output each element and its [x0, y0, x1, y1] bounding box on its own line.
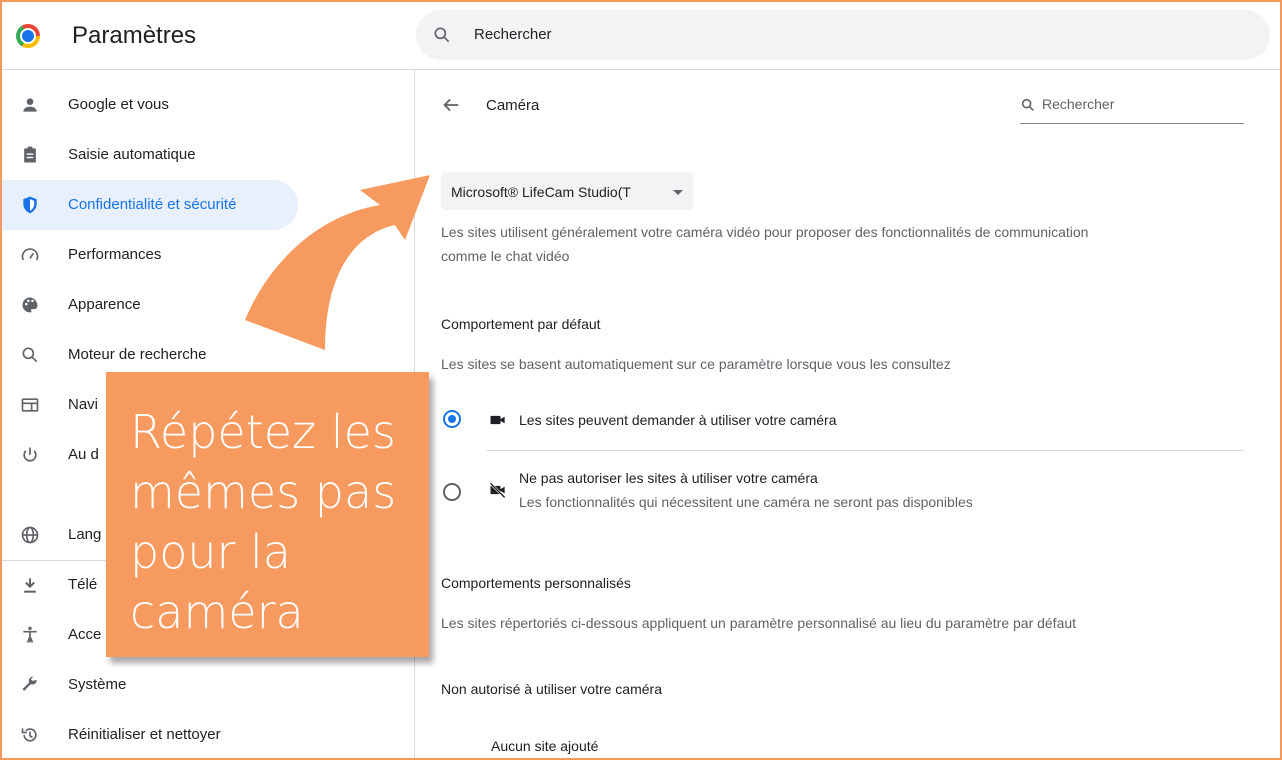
radio-allow[interactable] — [443, 410, 461, 428]
chrome-logo-icon — [16, 24, 40, 48]
browser-icon — [21, 398, 39, 412]
sidebar-item-system[interactable]: Système — [0, 660, 298, 710]
sidebar-item-label: Navi — [68, 396, 99, 413]
search-input[interactable]: Rechercher — [416, 10, 1270, 60]
camera-select-value: Microsoft® LifeCam Studio(T — [451, 184, 631, 200]
sidebar-item-label: Saisie automatique — [68, 146, 196, 163]
sidebar-item-label: Au d — [68, 446, 99, 463]
description: Les sites utilisent généralement votre c… — [441, 220, 1241, 268]
clipboard-icon — [24, 146, 36, 163]
sidebar-item-label: Confidentialité et sécurité — [68, 196, 237, 213]
power-icon — [23, 447, 37, 462]
option-allow-label[interactable]: Les sites peuvent demander à utiliser vo… — [519, 412, 837, 428]
search-placeholder: Rechercher — [1042, 96, 1115, 112]
callout-text: Répétez les mêmes pas pour la caméra — [130, 405, 397, 639]
sidebar-item-google[interactable]: Google et vous — [0, 80, 298, 130]
option-divider — [486, 450, 1244, 451]
blocked-sites-heading: Non autorisé à utiliser votre caméra — [441, 681, 662, 697]
sidebar-item-label: Lang — [68, 526, 102, 543]
sidebar-item-label: Performances — [68, 246, 162, 263]
header: Paramètres Rechercher — [0, 0, 1282, 70]
default-behavior-heading: Comportement par défaut — [441, 316, 601, 332]
custom-behavior-text: Les sites répertoriés ci-dessous appliqu… — [441, 615, 1077, 631]
section-search-input[interactable]: Rechercher — [1020, 94, 1244, 124]
search-icon — [1021, 98, 1034, 111]
search-icon — [434, 27, 450, 43]
sidebar-item-label: Réinitialiser et nettoyer — [68, 726, 221, 743]
palette-icon — [22, 297, 38, 313]
globe-icon — [21, 526, 39, 544]
default-behavior-text: Les sites se basent automatiquement sur … — [441, 356, 951, 372]
speedometer-icon — [21, 248, 39, 261]
custom-behavior-heading: Comportements personnalisés — [441, 575, 631, 591]
description-line-1: Les sites utilisent généralement votre c… — [441, 224, 1089, 240]
chevron-down-icon — [673, 190, 683, 195]
accessibility-icon — [23, 626, 37, 643]
person-icon — [23, 98, 37, 112]
sidebar-item-label: Système — [68, 676, 127, 693]
search-placeholder: Rechercher — [474, 26, 552, 43]
radio-block[interactable] — [443, 483, 461, 501]
no-site-text: Aucun site ajouté — [491, 738, 599, 754]
shield-icon — [23, 196, 37, 214]
videocam-off-icon — [489, 482, 506, 499]
sidebar-item-label: Moteur de recherche — [68, 346, 207, 363]
sidebar-item-label: Télé — [68, 576, 98, 593]
page-title: Paramètres — [72, 22, 197, 49]
download-icon — [24, 578, 36, 593]
camera-select[interactable]: Microsoft® LifeCam Studio(T — [441, 172, 693, 210]
sidebar-item-label: Apparence — [68, 296, 141, 313]
option-block-label[interactable]: Ne pas autoriser les sites à utiliser vo… — [519, 470, 818, 486]
videocam-icon — [490, 415, 505, 425]
wrench-icon — [22, 676, 37, 691]
section-title: Caméra — [486, 97, 540, 114]
curved-arrow-icon — [245, 175, 430, 350]
main-panel: Caméra Rechercher Microsoft® LifeCam Stu… — [416, 70, 1278, 760]
restore-icon — [21, 728, 37, 742]
description-line-2: comme le chat vidéo — [441, 248, 570, 264]
sidebar-item-label: Google et vous — [68, 96, 169, 113]
back-arrow-icon[interactable] — [440, 94, 462, 116]
option-block-sublabel: Les fonctionnalités qui nécessitent une … — [519, 494, 973, 510]
search-icon — [22, 347, 38, 363]
sidebar-item-reset[interactable]: Réinitialiser et nettoyer — [0, 710, 298, 760]
instruction-callout: Répétez les mêmes pas pour la caméra — [106, 372, 429, 657]
sidebar-item-label: Acce — [68, 626, 102, 643]
